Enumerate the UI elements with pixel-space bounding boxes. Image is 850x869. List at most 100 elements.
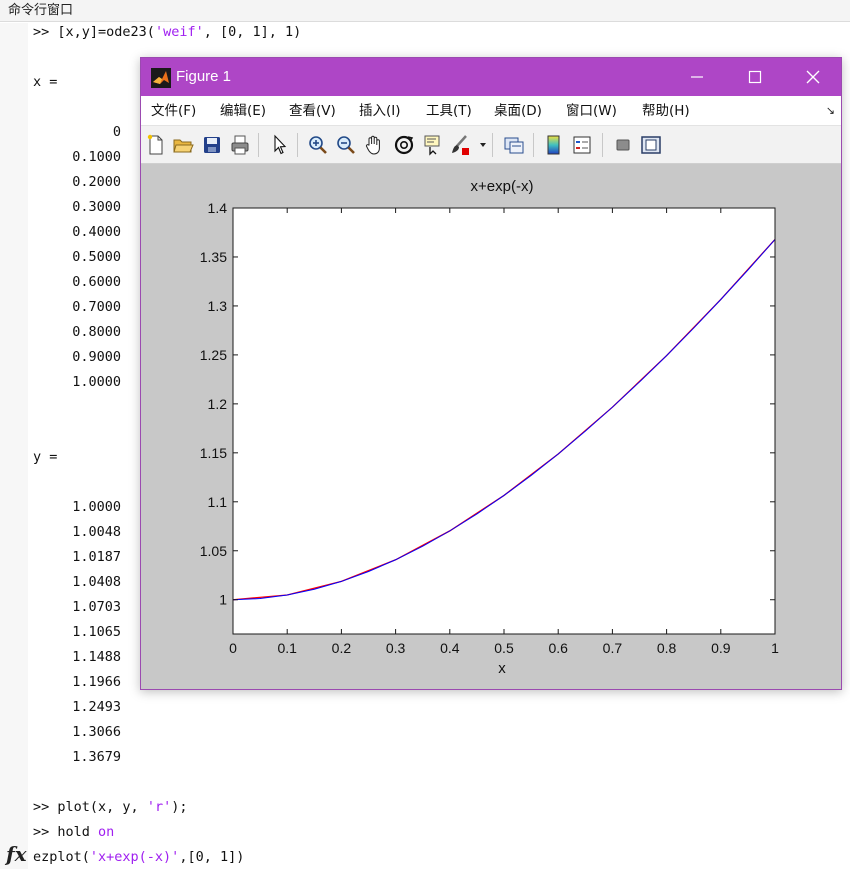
x-tick-label: 0.4	[440, 640, 460, 656]
y-value: 1.1488	[72, 649, 121, 665]
cmd-rest: , [0, 1], 1)	[203, 24, 302, 40]
legend-icon[interactable]	[571, 134, 593, 156]
x-tick-label: 0.2	[332, 640, 352, 656]
x-value: 0	[112, 124, 121, 140]
menu-overflow-icon[interactable]: ↘	[826, 104, 835, 117]
menu-window[interactable]: 窗口(W)	[566, 96, 617, 126]
x-value: 0.5000	[72, 249, 121, 265]
y-tick-label: 1.1	[208, 494, 228, 510]
x-value: 1.0000	[72, 374, 121, 390]
rotate-3d-icon[interactable]	[393, 134, 415, 156]
chart-svg[interactable]: x+exp(-x) 0 0.1 0.2 0.3 0.4 0.5 0.6 0.7 0.8 0.9 1 1…	[141, 164, 841, 689]
command-line-ode23: >> [x,y]=ode23('weif', [0, 1], 1)	[33, 24, 301, 40]
toolbar-separator	[492, 133, 493, 157]
x-tick-label: 0	[229, 640, 237, 656]
x-tick-label: 0.8	[657, 640, 677, 656]
new-file-icon[interactable]	[145, 134, 167, 156]
y-tick-label: 1.05	[200, 543, 227, 559]
pointer-icon[interactable]	[269, 134, 291, 156]
menu-view[interactable]: 查看(V)	[289, 96, 336, 126]
cmd-string: 'r'	[146, 799, 172, 815]
maximize-button[interactable]	[726, 58, 784, 96]
menu-help[interactable]: 帮助(H)	[642, 96, 690, 126]
minimize-button[interactable]	[668, 58, 726, 96]
y-value: 1.2493	[72, 699, 121, 715]
hide-plot-tools-icon[interactable]	[612, 134, 634, 156]
x-tick-label: 1	[771, 640, 779, 656]
x-tick-label: 0.3	[386, 640, 406, 656]
close-icon	[806, 70, 820, 84]
brush-icon[interactable]	[449, 134, 471, 156]
toolbar-separator	[602, 133, 603, 157]
open-folder-icon[interactable]	[172, 134, 194, 156]
data-cursor-icon[interactable]	[421, 134, 443, 156]
x-axis-label: x	[498, 660, 506, 677]
cmd-keyword: on	[98, 824, 115, 840]
y-tick-label: 1.15	[200, 445, 227, 461]
cmd-code: hold	[49, 824, 99, 840]
cmd-rest: ,[0, 1])	[179, 849, 245, 865]
y-value: 1.0703	[72, 599, 121, 615]
y-value: 1.1966	[72, 674, 121, 690]
prompt: >>	[33, 24, 50, 40]
menu-tools[interactable]: 工具(T)	[426, 96, 472, 126]
figure-window: Figure 1 文件(F) 编辑(E) 查看(V) 插入(I) 工具(T) 桌…	[140, 57, 842, 690]
x-tick-label: 0.7	[603, 640, 623, 656]
x-value: 0.1000	[72, 149, 121, 165]
zoom-out-icon[interactable]	[335, 134, 357, 156]
cmd-rest: );	[171, 799, 188, 815]
figure-toolbar	[141, 126, 841, 164]
x-value: 0.7000	[72, 299, 121, 315]
link-plot-icon[interactable]	[503, 134, 525, 156]
cmd-string: 'weif'	[154, 24, 204, 40]
toolbar-separator	[258, 133, 259, 157]
menu-insert[interactable]: 插入(I)	[359, 96, 401, 126]
show-plot-tools-icon[interactable]	[640, 134, 662, 156]
menu-file[interactable]: 文件(F)	[151, 96, 196, 126]
toolbar-separator	[533, 133, 534, 157]
menu-edit[interactable]: 编辑(E)	[220, 96, 266, 126]
cmd-string: 'x+exp(-x)'	[89, 849, 180, 865]
x-value: 0.2000	[72, 174, 121, 190]
y-tick-label: 1	[219, 592, 227, 608]
y-tick-label: 1.2	[208, 396, 228, 412]
toolbar-separator	[297, 133, 298, 157]
zoom-in-icon[interactable]	[307, 134, 329, 156]
y-value: 1.0000	[72, 499, 121, 515]
axes-background[interactable]	[233, 208, 775, 634]
fx-icon[interactable]: fx	[6, 842, 27, 866]
print-icon[interactable]	[229, 134, 251, 156]
save-icon[interactable]	[201, 134, 223, 156]
brush-dropdown-icon[interactable]	[480, 142, 486, 148]
x-output-label: x =	[33, 74, 58, 90]
y-value: 1.1065	[72, 624, 121, 640]
figure-title: Figure 1	[176, 68, 232, 85]
maximize-icon	[748, 70, 762, 84]
y-tick-label: 1.4	[208, 200, 228, 216]
menu-desktop[interactable]: 桌面(D)	[494, 96, 542, 126]
colorbar-icon[interactable]	[543, 134, 565, 156]
cmd-code: plot(x, y,	[49, 799, 147, 815]
x-tick-label: 0.1	[277, 640, 297, 656]
plot-area: x+exp(-x) 0 0.1 0.2 0.3 0.4 0.5 0.6 0.7 0.8 0.9 1 1…	[141, 164, 841, 689]
x-value: 0.4000	[72, 224, 121, 240]
figure-titlebar[interactable]: Figure 1	[141, 58, 841, 96]
x-value: 0.6000	[72, 274, 121, 290]
y-value: 1.0187	[72, 549, 121, 565]
matlab-logo-icon	[151, 68, 171, 88]
y-tick-label: 1.3	[208, 298, 228, 314]
figure-menubar: 文件(F) 编辑(E) 查看(V) 插入(I) 工具(T) 桌面(D) 窗口(W…	[141, 96, 841, 126]
y-value: 1.0048	[72, 524, 121, 540]
pan-hand-icon[interactable]	[363, 134, 385, 156]
cmd-code: ezplot(	[33, 849, 90, 865]
y-value: 1.3679	[72, 749, 121, 765]
x-value: 0.8000	[72, 324, 121, 340]
x-tick-label: 0.6	[548, 640, 568, 656]
command-input-line[interactable]: ezplot('x+exp(-x)',[0, 1])	[33, 849, 244, 865]
cmd-code: [x,y]=ode23(	[49, 24, 155, 40]
x-value: 0.9000	[72, 349, 121, 365]
command-line-hold: >> hold on	[33, 824, 114, 840]
minimize-icon	[691, 76, 703, 78]
close-button[interactable]	[784, 58, 842, 96]
x-value: 0.3000	[72, 199, 121, 215]
